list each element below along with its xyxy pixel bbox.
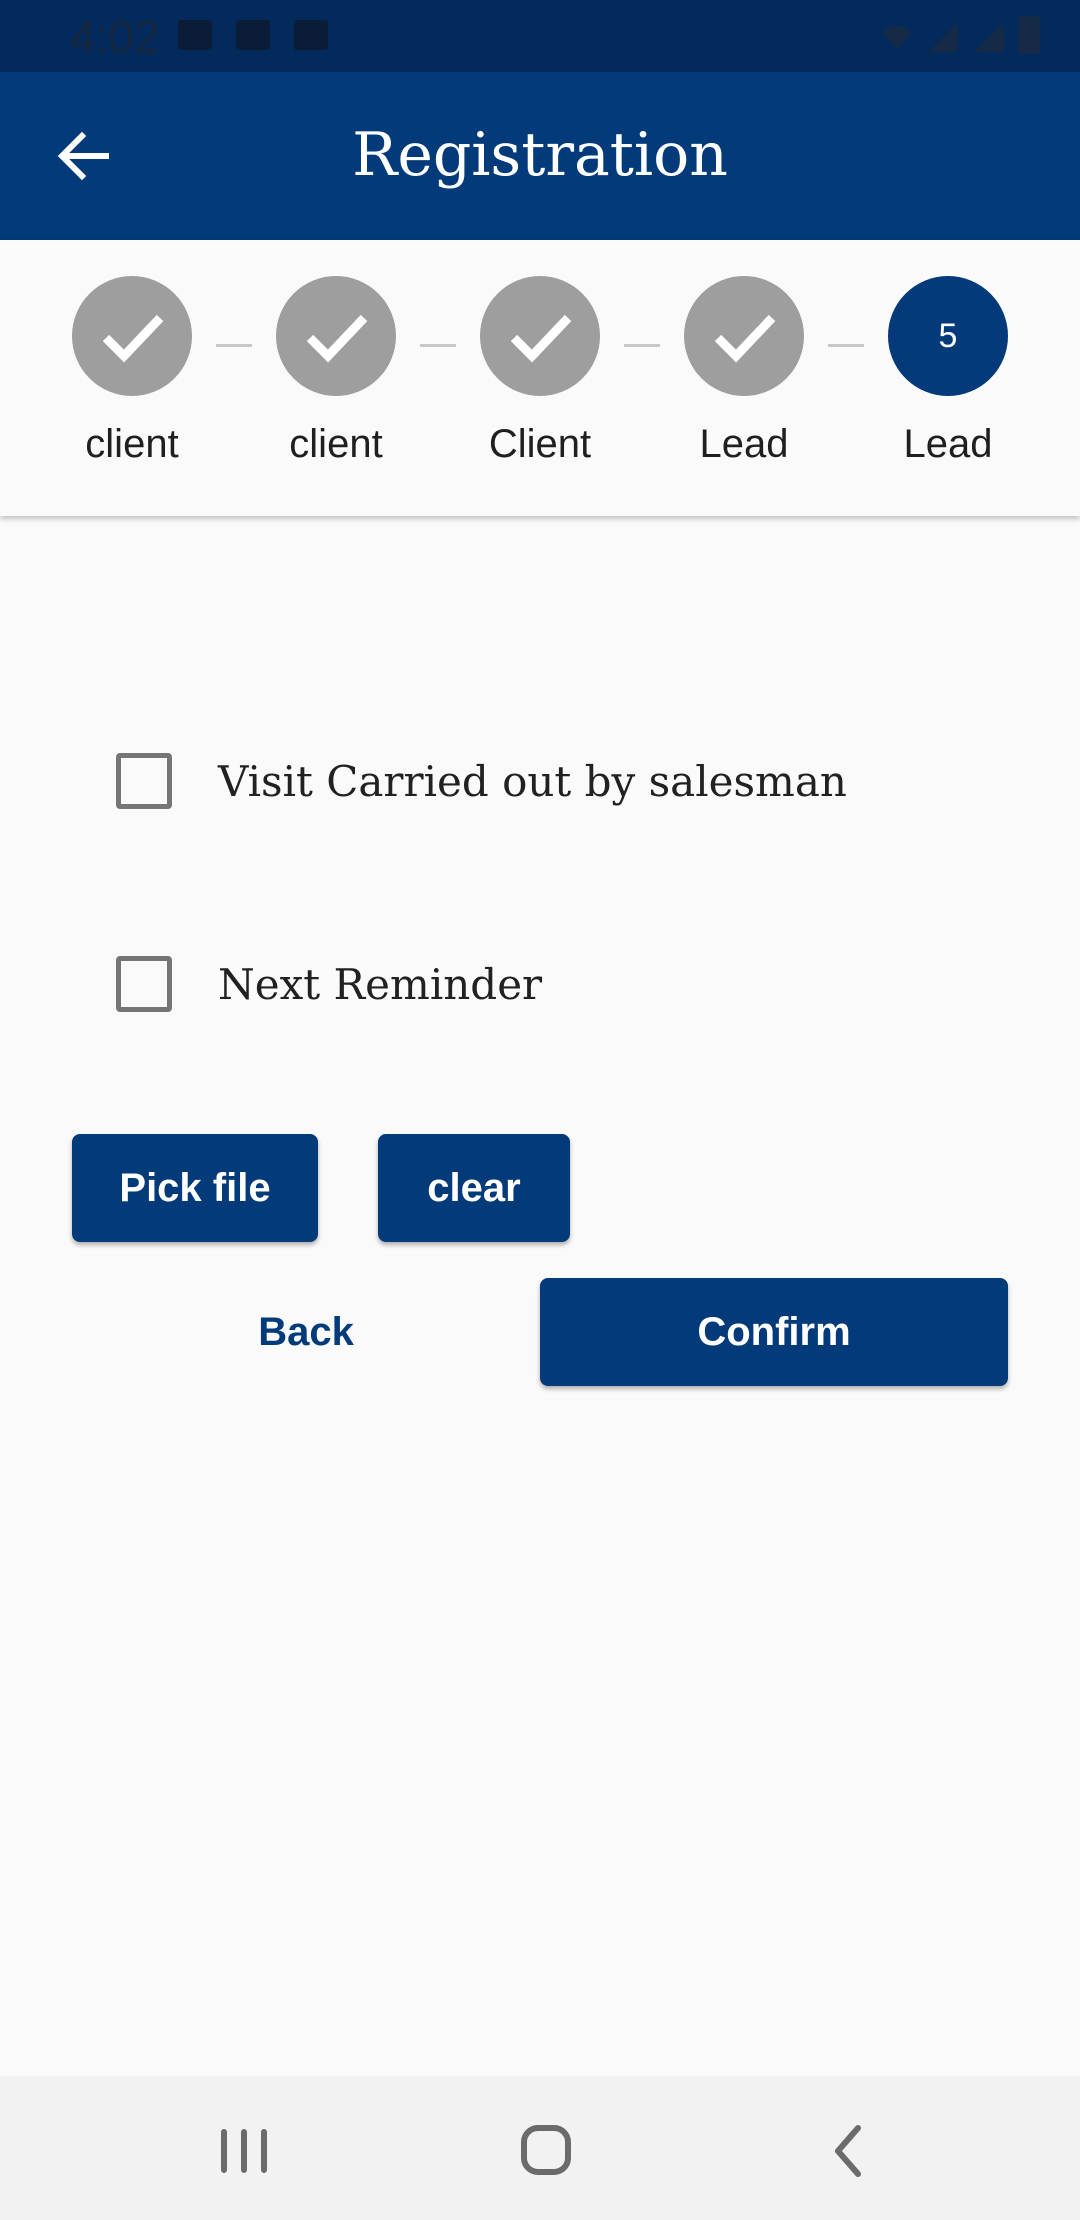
step-connector <box>420 344 456 347</box>
stepper: client client Client Lead 5 Lead <box>0 240 1080 516</box>
step-1[interactable]: client <box>52 276 212 467</box>
page-title: Registration <box>352 120 728 190</box>
check-icon <box>306 314 368 363</box>
wifi-icon <box>882 26 912 50</box>
image-icon <box>178 20 212 50</box>
status-time: 4:02 <box>70 11 160 63</box>
step-label: client <box>85 422 179 466</box>
signal-icon <box>928 22 958 52</box>
status-icons <box>880 16 1040 54</box>
check-icon <box>510 314 572 363</box>
step-connector <box>216 344 252 347</box>
clear-button[interactable]: clear <box>378 1134 570 1242</box>
step-4[interactable]: Lead <box>664 276 824 467</box>
check-icon <box>714 314 776 363</box>
step-connector <box>828 344 864 347</box>
reminder-checkbox-label: Next Reminder <box>218 959 543 1009</box>
back-button[interactable]: Back <box>188 1278 424 1386</box>
visit-checkbox-label: Visit Carried out by salesman <box>218 756 847 806</box>
step-number: 5 <box>938 316 958 355</box>
system-nav-bar <box>0 2076 1080 2220</box>
step-label: client <box>289 422 383 466</box>
step-label: Lead <box>903 422 993 466</box>
step-circle-active: 5 <box>888 276 1008 396</box>
step-3[interactable]: Client <box>460 276 620 467</box>
back-chevron-icon[interactable] <box>808 2116 888 2186</box>
confirm-button[interactable]: Confirm <box>540 1278 1008 1386</box>
reminder-checkbox-row[interactable]: Next Reminder <box>116 954 542 1014</box>
step-label: Client <box>488 422 592 466</box>
checkbox-icon <box>294 20 328 50</box>
step-connector <box>624 344 660 347</box>
step-circle <box>72 276 192 396</box>
pick-file-button[interactable]: Pick file <box>72 1134 318 1242</box>
step-5[interactable]: 5 Lead <box>868 276 1028 467</box>
visit-checkbox[interactable] <box>116 753 172 809</box>
battery-icon <box>1018 16 1040 54</box>
reminder-checkbox[interactable] <box>116 956 172 1012</box>
step-circle <box>480 276 600 396</box>
step-label: Lead <box>699 422 789 466</box>
step-circle <box>276 276 396 396</box>
status-bar: 4:02 <box>0 0 1080 72</box>
signal-icon <box>974 22 1004 52</box>
recents-icon[interactable] <box>204 2116 284 2186</box>
home-icon[interactable] <box>506 2116 586 2186</box>
step-2[interactable]: client <box>256 276 416 467</box>
app-bar: Registration <box>0 72 1080 240</box>
check-icon <box>102 314 164 363</box>
visit-checkbox-row[interactable]: Visit Carried out by salesman <box>116 751 847 811</box>
step-circle <box>684 276 804 396</box>
cast-icon <box>236 20 270 50</box>
